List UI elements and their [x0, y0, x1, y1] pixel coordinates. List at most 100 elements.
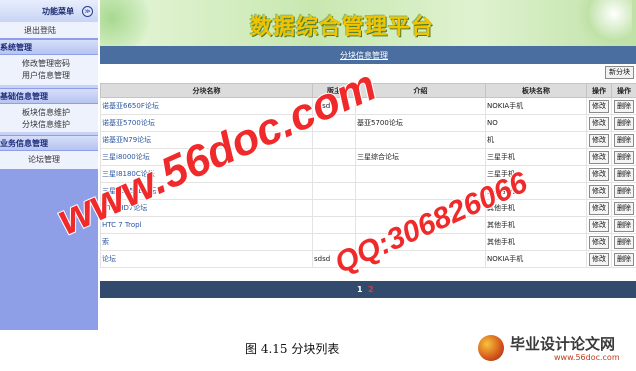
table-row: HTC HD7论坛 其他手机 修改 删除 [100, 199, 636, 217]
new-block-button[interactable]: 新分块 [605, 66, 634, 79]
brand-mark-icon [478, 335, 504, 361]
figure-caption: 图 4.15 分块列表 [245, 342, 340, 356]
delete-button[interactable]: 删除 [614, 252, 634, 266]
section-title: 业务信息管理 [0, 139, 48, 148]
intro-cell [355, 131, 486, 149]
edit-button[interactable]: 修改 [589, 252, 609, 266]
action-cell: 删除 [611, 199, 636, 217]
board-name-cell: NOKIA手机 [485, 97, 587, 115]
brand-name: 毕业设计论文网 [510, 335, 616, 353]
edit-button[interactable]: 修改 [589, 184, 609, 198]
table-row: 诺基亚5700论坛 基亚5700论坛 NO 修改 删除 [100, 114, 636, 132]
action-cell: 修改 [586, 148, 612, 166]
app-header: 数据综合管理平台 [100, 0, 636, 46]
delete-button[interactable]: 删除 [614, 201, 634, 215]
sidebar-item-block-info[interactable]: 分块信息维护 [22, 119, 70, 130]
brand-url: www.56doc.com [554, 353, 620, 362]
sidebar-item-change-password[interactable]: 修改管理密码 [22, 58, 70, 69]
edit-button[interactable]: 修改 [589, 201, 609, 215]
action-cell: 删除 [611, 131, 636, 149]
page-title-bar: 分块信息管理 [100, 46, 636, 64]
column-header: 操作 [586, 83, 612, 98]
table-row: HTC 7 Tropl 其他手机 修改 删除 [100, 216, 636, 234]
sidebar: 功能菜单 ≫ 退出登陆 系统管理 修改管理密码 用户信息管理 基础信息管理 板块… [0, 0, 98, 330]
edit-button[interactable]: 修改 [589, 150, 609, 164]
action-cell: 删除 [611, 165, 636, 183]
app-title: 数据综合管理平台 [250, 14, 435, 40]
action-cell: 修改 [586, 233, 612, 251]
flower-decoration [572, 0, 632, 46]
divider [0, 85, 98, 88]
sidebar-item-forum-management[interactable]: 论坛管理 [28, 154, 60, 165]
sidebar-header: 功能菜单 ≫ [0, 0, 98, 22]
page-next[interactable]: 2 [368, 285, 374, 294]
sidebar-title: 功能菜单 [42, 7, 74, 16]
action-cell: 删除 [611, 250, 636, 268]
board-name-cell: 其他手机 [485, 233, 587, 251]
sidebar-section-system-items: 修改管理密码 用户信息管理 [0, 55, 98, 85]
edit-button[interactable]: 修改 [589, 218, 609, 232]
intro-cell: 三星综合论坛 [355, 148, 486, 166]
action-cell: 修改 [586, 114, 612, 132]
edit-button[interactable]: 修改 [589, 167, 609, 181]
delete-button[interactable]: 删除 [614, 150, 634, 164]
action-cell: 修改 [586, 216, 612, 234]
edit-button[interactable]: 修改 [589, 99, 609, 113]
action-cell: 删除 [611, 97, 636, 115]
board-name-cell: 其他手机 [485, 216, 587, 234]
column-header: 分块名称 [100, 83, 313, 98]
action-cell: 修改 [586, 250, 612, 268]
sidebar-item-board-info[interactable]: 板块信息维护 [22, 107, 70, 118]
delete-button[interactable]: 删除 [614, 184, 634, 198]
sidebar-section-system[interactable]: 系统管理 [0, 40, 98, 54]
action-cell: 删除 [611, 233, 636, 251]
block-name-cell[interactable]: 索 [100, 233, 313, 251]
delete-button[interactable]: 删除 [614, 167, 634, 181]
action-cell: 修改 [586, 199, 612, 217]
edit-button[interactable]: 修改 [589, 235, 609, 249]
intro-cell [355, 165, 486, 183]
action-cell: 删除 [611, 182, 636, 200]
moderator-cell [312, 182, 356, 200]
action-cell: 修改 [586, 165, 612, 183]
sidebar-section-basic[interactable]: 基础信息管理 [0, 89, 98, 103]
delete-button[interactable]: 删除 [614, 116, 634, 130]
column-header: 板块名称 [485, 83, 587, 98]
board-name-cell: 机 [485, 131, 587, 149]
sidebar-item-user-management[interactable]: 用户信息管理 [22, 70, 70, 81]
action-cell: 删除 [611, 114, 636, 132]
delete-button[interactable]: 删除 [614, 99, 634, 113]
action-cell: 修改 [586, 131, 612, 149]
pagination: 1 2 [100, 281, 636, 298]
sidebar-section-business-items: 论坛管理 [0, 151, 98, 169]
delete-button[interactable]: 删除 [614, 218, 634, 232]
content-blank [100, 298, 636, 330]
section-title: 系统管理 [0, 43, 32, 52]
logout-label: 退出登陆 [24, 26, 56, 35]
page-current[interactable]: 1 [357, 285, 363, 294]
intro-cell: 基亚5700论坛 [355, 114, 486, 132]
sidebar-section-business[interactable]: 业务信息管理 [0, 136, 98, 150]
board-name-cell: NO [485, 114, 587, 132]
action-cell: 删除 [611, 216, 636, 234]
edit-button[interactable]: 修改 [589, 116, 609, 130]
moderator-cell [312, 165, 356, 183]
board-name-cell: 三星手机 [485, 148, 587, 166]
moderator-cell [312, 216, 356, 234]
logout-link[interactable]: 退出登陆 [0, 22, 98, 38]
collapse-icon[interactable]: ≫ [82, 6, 93, 17]
block-name-cell[interactable]: 论坛 [100, 250, 313, 268]
delete-button[interactable]: 删除 [614, 235, 634, 249]
page-title[interactable]: 分块信息管理 [340, 50, 388, 61]
leaf-decoration [100, 0, 160, 46]
block-name-cell[interactable]: HTC 7 Tropl [100, 216, 313, 234]
sidebar-section-basic-items: 板块信息维护 分块信息维护 [0, 104, 98, 132]
board-name-cell: NOKIA手机 [485, 250, 587, 268]
action-cell: 修改 [586, 97, 612, 115]
edit-button[interactable]: 修改 [589, 133, 609, 147]
delete-button[interactable]: 删除 [614, 133, 634, 147]
divider [0, 132, 98, 135]
section-title: 基础信息管理 [0, 92, 48, 101]
action-cell: 删除 [611, 148, 636, 166]
moderator-cell [312, 148, 356, 166]
